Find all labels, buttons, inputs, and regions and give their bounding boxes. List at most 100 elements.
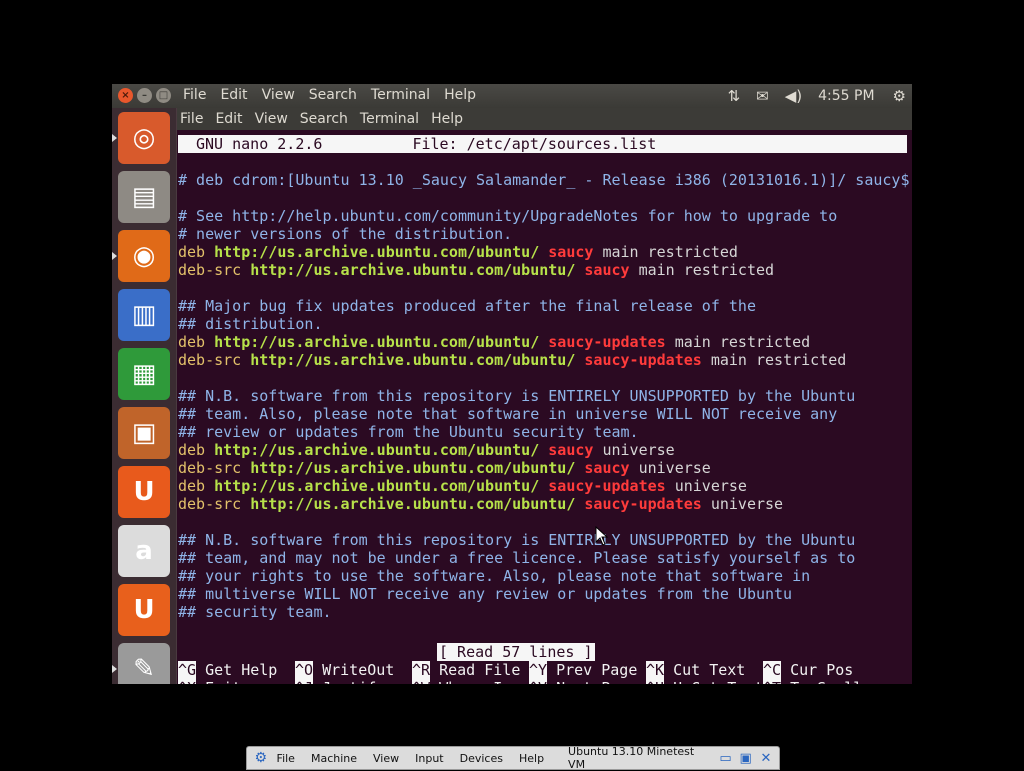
indicator-area: ⇅ ✉ ◀) 4:55 PM ⚙: [728, 87, 906, 105]
menu-edit[interactable]: Edit: [220, 87, 247, 103]
terminal-menu-terminal[interactable]: Terminal: [360, 108, 419, 130]
terminal-menu-view[interactable]: View: [255, 108, 288, 130]
shortcut-prev-page[interactable]: ^Y Prev Page: [529, 661, 637, 679]
virtualbox-toolbar: ⚙ File Machine View Input Devices Help Ubuntu…: [246, 745, 780, 771]
vbox-menu-file[interactable]: File: [277, 752, 295, 765]
shortcut-read-file[interactable]: ^R Read File: [412, 661, 520, 679]
vbox-menu-machine[interactable]: Machine: [311, 752, 357, 765]
shortcut-writeout[interactable]: ^O WriteOut: [295, 661, 394, 679]
line-segment-comment: ## N.B. software from this repository is…: [178, 387, 856, 405]
maximize-icon[interactable]: □: [156, 88, 171, 103]
ubuntu-dash-icon[interactable]: ◎: [118, 112, 170, 164]
amazon-icon[interactable]: a: [118, 525, 170, 577]
calc-icon[interactable]: ▦: [118, 348, 170, 400]
shortcut-cut-text[interactable]: ^K Cut Text: [646, 661, 745, 679]
shortcut-cur-pos[interactable]: ^C Cur Pos: [763, 661, 853, 679]
shortcut-justify[interactable]: ^J Justify: [295, 679, 385, 684]
top-panel: × – □ File Edit View Search Terminal Help ⇅ ✉…: [112, 84, 912, 108]
buffer-line: # deb cdrom:[Ubuntu 13.10 _Saucy Salaman…: [178, 171, 910, 189]
buffer-line: ## distribution.: [178, 315, 323, 333]
shortcut-label: Next Page: [547, 679, 637, 684]
line-segment-plain: main restricted: [665, 333, 811, 351]
line-segment-plain: main restricted: [701, 351, 847, 369]
buffer-line: deb-src http://us.archive.ubuntu.com/ubu…: [178, 261, 774, 279]
terminal-menu-file[interactable]: File: [180, 108, 203, 130]
line-segment-comment: ## multiverse WILL NOT receive any revie…: [178, 585, 793, 603]
line-segment-url: http://us.archive.ubuntu.com/ubuntu/: [214, 441, 540, 459]
vbox-menu-help[interactable]: Help: [519, 752, 544, 765]
line-segment-comment: # deb cdrom:[Ubuntu 13.10 _Saucy Salaman…: [178, 171, 910, 189]
line-segment-url: http://us.archive.ubuntu.com/ubuntu/: [250, 261, 576, 279]
fullscreen-icon[interactable]: ▣: [739, 750, 753, 766]
buffer-line: ## N.B. software from this repository is…: [178, 387, 855, 405]
nano-editor[interactable]: GNU nano 2.2.6 File: /etc/apt/sources.lis…: [177, 132, 912, 684]
shortcut-key: ^R: [412, 661, 431, 679]
line-segment-plain: main restricted: [629, 261, 775, 279]
running-indicator: [112, 252, 117, 260]
scanner-icon[interactable]: ✎: [118, 643, 170, 684]
menu-search[interactable]: Search: [309, 87, 357, 103]
line-segment-url: http://us.archive.ubuntu.com/ubuntu/: [250, 351, 576, 369]
network-icon[interactable]: ⇅: [728, 87, 741, 105]
shortcut-next-page[interactable]: ^V Next Page: [529, 679, 637, 684]
window-controls: × – □: [118, 88, 171, 103]
shortcut-label: Cur Pos: [781, 661, 854, 679]
menu-file[interactable]: File: [183, 87, 206, 103]
line-segment-deb: deb: [178, 441, 215, 459]
menu-help[interactable]: Help: [444, 87, 476, 103]
ubuntu-one-icon[interactable]: U: [118, 466, 170, 518]
shortcut-key: ^T: [763, 679, 782, 684]
vbox-menu-view[interactable]: View: [373, 752, 399, 765]
writer-icon[interactable]: ▥: [118, 289, 170, 341]
mail-icon[interactable]: ✉: [756, 87, 769, 105]
files-icon[interactable]: ▤: [118, 171, 170, 223]
shortcut-key: ^U: [646, 679, 665, 684]
restore-icon[interactable]: ▭: [718, 750, 732, 766]
menu-terminal[interactable]: Terminal: [371, 87, 430, 103]
terminal-menu-search[interactable]: Search: [300, 108, 348, 130]
nano-filename: File: /etc/apt/sources.list: [412, 135, 657, 153]
nano-status: [ Read 57 lines ]: [437, 643, 595, 661]
minimize-icon[interactable]: –: [137, 88, 152, 103]
firefox-icon[interactable]: ◉: [118, 230, 170, 282]
volume-icon[interactable]: ◀): [785, 87, 802, 105]
line-segment-url: http://us.archive.ubuntu.com/ubuntu/: [250, 459, 576, 477]
mouse-pointer-icon: [595, 525, 609, 550]
vbox-menu-input[interactable]: Input: [415, 752, 443, 765]
line-segment-dist: saucy-updates: [575, 495, 702, 513]
ubuntu-one-music-icon[interactable]: U: [118, 584, 170, 636]
buffer-line: deb http://us.archive.ubuntu.com/ubuntu/…: [178, 243, 738, 261]
virtualbox-menu: File Machine View Input Devices Help: [277, 752, 561, 765]
buffer-line: # See http://help.ubuntu.com/community/U…: [178, 207, 837, 225]
shortcut-to-spell[interactable]: ^T To Spell: [763, 679, 862, 684]
clock[interactable]: 4:55 PM: [818, 88, 874, 104]
terminal-menu-help[interactable]: Help: [431, 108, 463, 130]
shortcut-exit[interactable]: ^X Exit: [178, 679, 241, 684]
ubuntu-desktop: × – □ File Edit View Search Terminal Help ⇅ ✉…: [112, 84, 912, 684]
global-menu: File Edit View Search Terminal Help: [183, 87, 476, 103]
line-segment-comment: ## your rights to use the software. Also…: [178, 567, 811, 585]
terminal-menu-edit[interactable]: Edit: [215, 108, 242, 130]
buffer-line: # newer versions of the distribution.: [178, 225, 512, 243]
shortcut-label: Justify: [313, 679, 385, 684]
impress-icon[interactable]: ▣: [118, 407, 170, 459]
shortcut-get-help[interactable]: ^G Get Help: [178, 661, 277, 679]
line-segment-url: http://us.archive.ubuntu.com/ubuntu/: [214, 477, 540, 495]
close-icon[interactable]: ×: [118, 88, 133, 103]
running-indicator: [112, 665, 117, 673]
vbox-close-icon[interactable]: ✕: [759, 750, 773, 766]
vbox-menu-devices[interactable]: Devices: [460, 752, 503, 765]
buffer-line: deb-src http://us.archive.ubuntu.com/ubu…: [178, 495, 783, 513]
line-segment-comment: ## review or updates from the Ubuntu sec…: [178, 423, 639, 441]
buffer-line: ## multiverse WILL NOT receive any revie…: [178, 585, 792, 603]
menu-view[interactable]: View: [262, 87, 295, 103]
power-gear-icon[interactable]: ⚙: [893, 87, 906, 105]
shortcut-key: ^K: [646, 661, 665, 679]
shortcut-label: Where Is: [430, 679, 511, 684]
line-segment-comment: # See http://help.ubuntu.com/community/U…: [178, 207, 838, 225]
shortcut-uncut-text[interactable]: ^U UnCut Text: [646, 679, 763, 684]
shortcut-where-is[interactable]: ^W Where Is: [412, 679, 511, 684]
shortcut-label: Prev Page: [547, 661, 638, 679]
virtualbox-logo-icon[interactable]: ⚙: [251, 749, 271, 767]
shortcut-label: Cut Text: [664, 661, 746, 679]
